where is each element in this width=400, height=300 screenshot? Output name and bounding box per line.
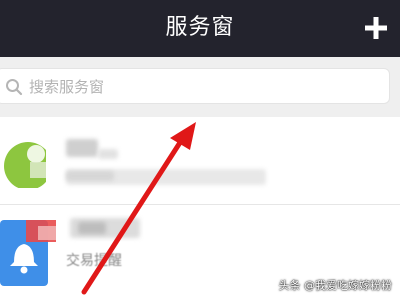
blurred-title-dark [78,222,106,234]
service-window-screen: 服务窗 搜索服务窗 交易提醒 头条 @我爱吃嫁嫁粉粉 [0,0,400,300]
list-item[interactable] [0,125,400,205]
blurred-title [66,139,98,157]
top-bar: 服务窗 [0,0,400,57]
watermark: 头条 @我爱吃嫁嫁粉粉 [278,279,393,292]
divider [0,204,400,205]
blurred-subtitle-dark [66,171,114,181]
blurred-title-tail [98,149,118,159]
bell-icon [0,220,56,290]
search-input[interactable]: 搜索服务窗 [0,68,390,104]
service-list: 交易提醒 [0,120,400,300]
add-button[interactable] [362,14,390,42]
page-title: 服务窗 [165,15,235,40]
search-icon [6,79,23,96]
list-item[interactable]: 交易提醒 [0,208,400,288]
green-avatar-icon [0,140,46,188]
notice-label: 交易提醒 [66,253,122,269]
plus-icon [365,17,387,39]
search-placeholder: 搜索服务窗 [29,78,105,96]
search-area: 搜索服务窗 [0,57,400,117]
